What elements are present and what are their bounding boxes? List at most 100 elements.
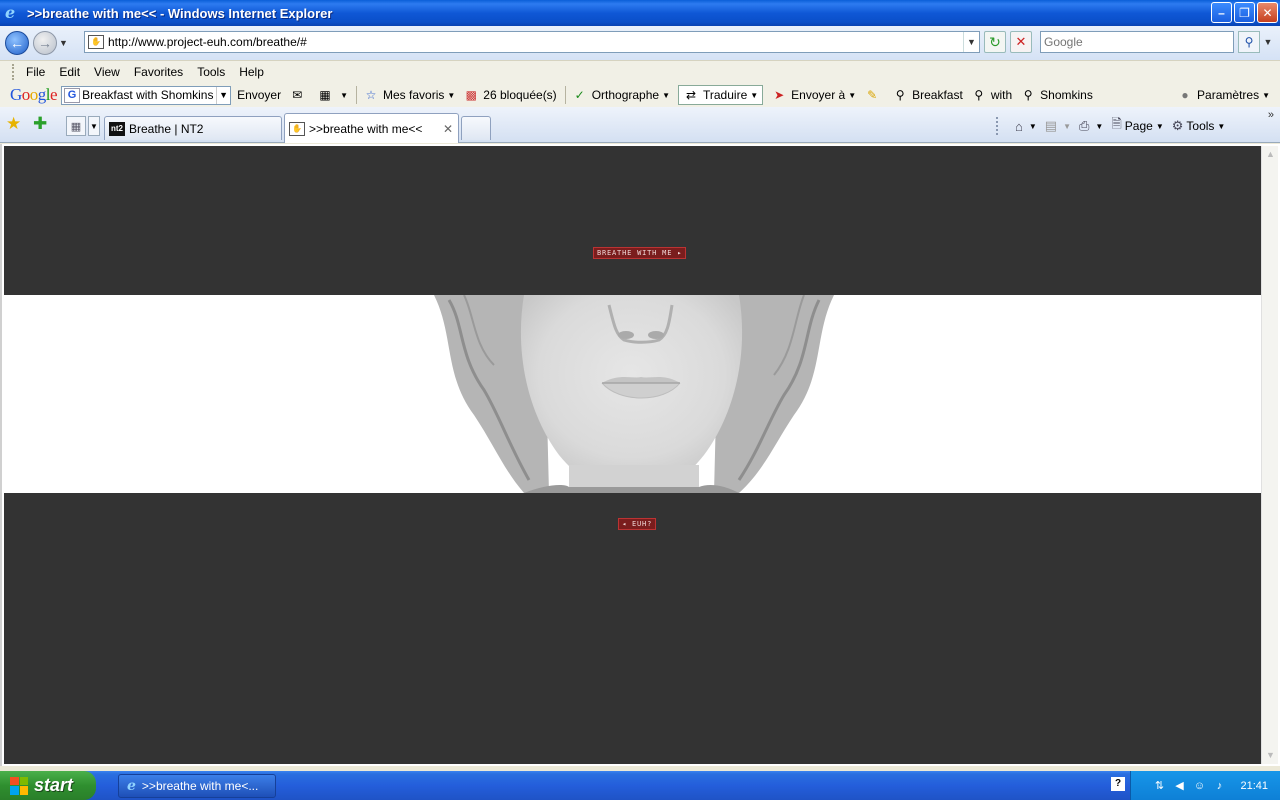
search-term-icon: ⚲ xyxy=(1023,88,1033,102)
google-toolbar: Google G Breakfast with Shomkins ▼ Envoy… xyxy=(0,83,1280,107)
window-title: >>breathe with me<< - Windows Internet E… xyxy=(27,5,333,21)
menu-favorites[interactable]: Favorites xyxy=(127,65,190,79)
nt2-favicon-icon: nt2 xyxy=(109,121,125,136)
system-tray: ? ⇅ ◀ ☺ ♪ 21:41 xyxy=(1111,771,1280,800)
more-commands-icon[interactable]: » xyxy=(1268,109,1274,121)
tab-row: ★ ✚ ▦ ▼ nt2 Breathe | NT2 ✋ >>breathe wi… xyxy=(0,107,1280,143)
printer-icon: ⎙ xyxy=(1079,118,1090,133)
feeds-button[interactable]: ▤ ▼ xyxy=(1045,118,1071,134)
page-viewport: BREATHE WITH ME ▸ ◂ EUH? xyxy=(4,146,1263,764)
euh-button[interactable]: ◂ EUH? xyxy=(618,518,657,530)
windows-flag-icon xyxy=(10,776,28,795)
window-controls: – ❐ ✕ xyxy=(1211,2,1278,23)
url-dropdown-icon[interactable]: ▼ xyxy=(963,32,979,52)
popup-icon: ✉ xyxy=(292,88,303,102)
tab-list-dropdown[interactable]: ▼ xyxy=(88,116,100,136)
tools-menu-button[interactable]: ⚙ Tools ▼ xyxy=(1172,118,1226,134)
ie-logo-icon: e xyxy=(127,778,136,794)
google-send-button[interactable]: Envoyer xyxy=(237,88,281,102)
taskbar-item-browser[interactable]: e >>breathe with me<... xyxy=(118,774,276,798)
spellcheck-button[interactable]: ✓ Orthographe ▼ xyxy=(572,87,670,103)
google-g-icon[interactable]: G xyxy=(64,87,81,103)
tools-label: Tools xyxy=(1186,119,1215,133)
print-button[interactable]: ⎙ ▼ xyxy=(1079,118,1103,134)
google-logo[interactable]: Google xyxy=(10,85,58,105)
address-bar[interactable]: ✋ ▼ xyxy=(84,31,980,53)
arrow-left-icon[interactable]: ◀ xyxy=(1172,779,1186,793)
refresh-button[interactable]: ↻ xyxy=(984,31,1006,53)
favorites-center-icon[interactable]: ★ xyxy=(6,115,24,133)
send-to-button[interactable]: ➤ Envoyer à ▼ xyxy=(771,87,856,103)
home-button[interactable]: ⌂ ▼ xyxy=(1015,119,1037,134)
page-label: Page xyxy=(1124,119,1153,133)
page-menu-button[interactable]: 🗎 Page ▼ xyxy=(1111,115,1163,137)
scroll-up-icon[interactable]: ▲ xyxy=(1264,148,1277,161)
vertical-scrollbar[interactable]: ▲ ▼ xyxy=(1261,146,1278,764)
scroll-down-icon[interactable]: ▼ xyxy=(1264,749,1277,762)
favorites-button[interactable]: ☆ Mes favoris ▼ xyxy=(363,87,456,103)
chevron-down-icon: ▼ xyxy=(1262,90,1270,100)
help-icon[interactable]: ? xyxy=(1111,777,1125,791)
bookmarks-icon-button[interactable]: ▦ ▼ xyxy=(317,87,348,103)
term-breakfast-button[interactable]: ⚲ Breakfast xyxy=(892,87,963,103)
search-box[interactable] xyxy=(1040,31,1234,53)
taskbar: start e >>breathe with me<... ? ⇅ ◀ ☺ ♪ … xyxy=(0,771,1280,800)
browser-content: BREATHE WITH ME ▸ ◂ EUH? xyxy=(0,144,1280,766)
back-button[interactable]: ← xyxy=(5,31,29,55)
volume-icon[interactable]: ♪ xyxy=(1212,779,1226,793)
face-photo xyxy=(434,295,834,493)
send-to-icon: ➤ xyxy=(774,88,785,102)
term-shomkins-button[interactable]: ⚲ Shomkins xyxy=(1020,87,1093,103)
toolbar-grip[interactable] xyxy=(996,117,999,135)
spellcheck-icon: ✓ xyxy=(574,88,585,102)
tab-breathe-nt2[interactable]: nt2 Breathe | NT2 xyxy=(104,116,282,140)
chevron-down-icon: ▼ xyxy=(1155,121,1164,131)
menu-edit[interactable]: Edit xyxy=(52,65,87,79)
search-term-icon: ⚲ xyxy=(974,88,984,102)
menu-help[interactable]: Help xyxy=(232,65,271,79)
search-input[interactable] xyxy=(1041,32,1233,52)
settings-button[interactable]: ● Paramètres ▼ xyxy=(1177,87,1270,103)
search-term-icon: ⚲ xyxy=(895,88,905,102)
highlight-button[interactable]: ✎ xyxy=(864,87,884,103)
menu-file[interactable]: File xyxy=(19,65,52,79)
restore-button[interactable]: ❐ xyxy=(1234,2,1255,23)
popup-icon-button[interactable]: ✉ xyxy=(289,87,309,103)
bookmarks-icon: ▦ xyxy=(319,88,331,102)
close-button[interactable]: ✕ xyxy=(1257,2,1278,23)
blocked-count: 26 bloquée(s) xyxy=(483,88,557,102)
popup-blocker-button[interactable]: ▩ 26 bloquée(s) xyxy=(463,87,557,103)
close-tab-icon[interactable]: ✕ xyxy=(443,122,453,136)
google-search-field[interactable]: G Breakfast with Shomkins ▼ xyxy=(61,85,232,105)
minimize-button[interactable]: – xyxy=(1211,2,1232,23)
chevron-down-icon[interactable]: ▼ xyxy=(216,86,230,104)
term-label: Breakfast xyxy=(912,88,963,102)
search-options-dropdown[interactable]: ▼ xyxy=(1262,31,1274,53)
url-input[interactable] xyxy=(108,35,963,49)
translate-button[interactable]: ⇄ Traduire ▼ xyxy=(678,85,764,105)
chevron-down-icon: ▼ xyxy=(1095,121,1104,131)
term-label: Shomkins xyxy=(1040,88,1093,102)
term-with-button[interactable]: ⚲ with xyxy=(971,87,1012,103)
toolbar-grip[interactable] xyxy=(12,64,15,80)
forward-button[interactable]: → xyxy=(33,31,57,55)
quick-tabs-icon[interactable]: ▦ xyxy=(66,116,86,136)
start-button[interactable]: start xyxy=(0,771,96,800)
translate-icon: ⇄ xyxy=(685,88,697,102)
recent-pages-dropdown[interactable]: ▼ xyxy=(59,38,71,48)
add-favorite-icon[interactable]: ✚ xyxy=(33,115,51,133)
top-dark-band xyxy=(4,146,1263,295)
stop-button[interactable]: ✕ xyxy=(1010,31,1032,53)
chevron-down-icon: ▼ xyxy=(1217,121,1226,131)
translate-label: Traduire xyxy=(703,88,748,102)
google-search-value[interactable]: Breakfast with Shomkins xyxy=(82,88,216,102)
tab-breathe-with-me[interactable]: ✋ >>breathe with me<< ✕ xyxy=(284,113,459,143)
messenger-icon[interactable]: ☺ xyxy=(1192,779,1206,793)
network-icon[interactable]: ⇅ xyxy=(1152,779,1166,793)
breathe-with-me-button[interactable]: BREATHE WITH ME ▸ xyxy=(593,247,687,259)
search-icon[interactable]: ⚲ xyxy=(1238,31,1260,53)
spellcheck-label: Orthographe xyxy=(591,88,660,102)
menu-view[interactable]: View xyxy=(87,65,127,79)
menu-tools[interactable]: Tools xyxy=(190,65,232,79)
new-tab-button[interactable] xyxy=(461,116,491,140)
